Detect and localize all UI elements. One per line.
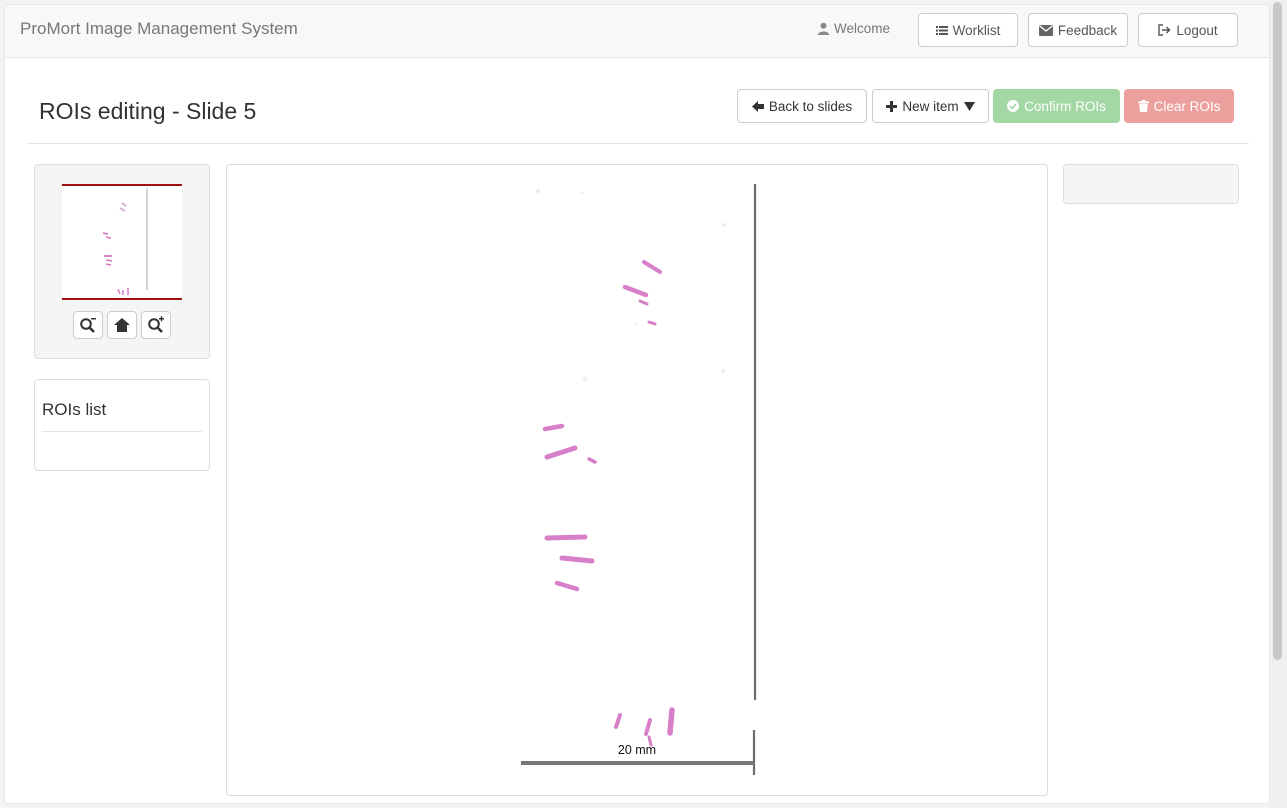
app-window: ProMort Image Management System Welcome …: [4, 4, 1270, 804]
check-circle-icon: [1007, 100, 1020, 112]
thumbnail-image: [102, 188, 148, 295]
arrow-left-icon: [751, 100, 764, 112]
new-item-label: New item: [902, 98, 959, 114]
home-icon: [114, 318, 130, 332]
caret-down-icon: [963, 101, 975, 111]
back-to-slides-label: Back to slides: [768, 98, 853, 114]
slide-thumbnail[interactable]: [62, 184, 182, 300]
worklist-label: Worklist: [952, 22, 1001, 38]
slide-viewer[interactable]: 20 mm: [226, 164, 1048, 796]
feedback-label: Feedback: [1057, 22, 1118, 38]
brand-title[interactable]: ProMort Image Management System: [20, 19, 298, 39]
right-info-panel: [1063, 164, 1239, 204]
new-item-dropdown[interactable]: New item: [872, 89, 989, 123]
slide-image: 20 mm: [521, 184, 757, 775]
navigator-panel: [34, 164, 210, 359]
welcome-label: Welcome: [834, 21, 891, 36]
scale-bar-label: 20 mm: [618, 743, 656, 757]
confirm-rois-label: Confirm ROIs: [1024, 98, 1106, 114]
confirm-rois-button[interactable]: Confirm ROIs: [993, 89, 1120, 123]
user-icon: [817, 22, 830, 35]
zoom-out-button[interactable]: [73, 311, 103, 339]
logout-button[interactable]: Logout: [1138, 13, 1238, 47]
zoom-out-icon: [80, 318, 96, 333]
zoom-in-button[interactable]: [141, 311, 171, 339]
clear-rois-button[interactable]: Clear ROIs: [1124, 89, 1234, 123]
back-to-slides-button[interactable]: Back to slides: [737, 89, 867, 123]
slide-edge-line: [752, 184, 757, 775]
clear-rois-label: Clear ROIs: [1153, 98, 1221, 114]
rois-list-divider: [42, 431, 202, 432]
logout-icon: [1158, 24, 1171, 36]
slide-specks: [536, 189, 726, 382]
envelope-icon: [1038, 24, 1053, 36]
plus-icon: [886, 100, 898, 112]
rois-list-panel: ROIs list: [34, 379, 210, 471]
header-divider: [27, 143, 1249, 144]
top-navbar: ProMort Image Management System Welcome …: [5, 5, 1269, 58]
tissue-fragments: [542, 260, 675, 747]
scale-bar: [521, 761, 754, 765]
zoom-in-icon: [148, 316, 164, 333]
trash-icon: [1137, 100, 1149, 112]
worklist-button[interactable]: Worklist: [918, 13, 1018, 47]
home-button[interactable]: [107, 311, 137, 339]
welcome-menu[interactable]: Welcome: [817, 21, 890, 36]
page-scrollbar-thumb[interactable]: [1273, 2, 1282, 660]
list-icon: [935, 25, 948, 35]
logout-label: Logout: [1176, 22, 1218, 38]
rois-list-title: ROIs list: [42, 400, 107, 419]
page-title: ROIs editing - Slide 5: [39, 98, 257, 124]
feedback-button[interactable]: Feedback: [1028, 13, 1128, 47]
